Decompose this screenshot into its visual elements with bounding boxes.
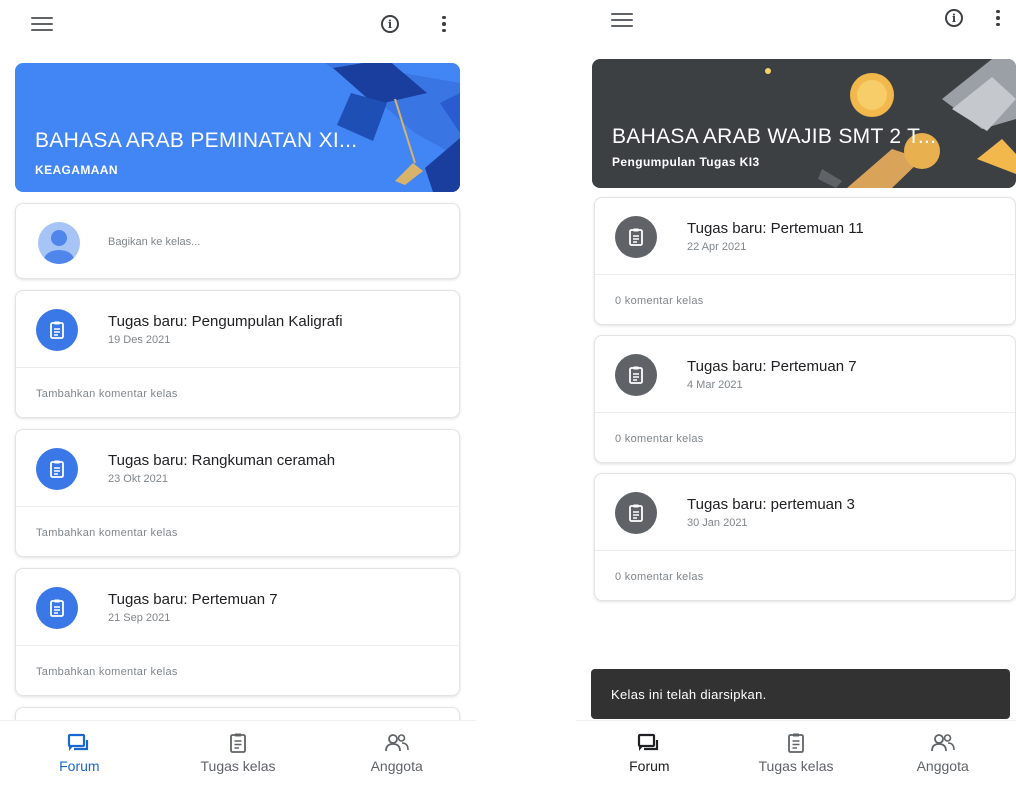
more-vert-icon[interactable] — [426, 6, 462, 42]
assignment-icon — [615, 216, 657, 258]
hamburger-icon[interactable] — [604, 2, 640, 38]
post-title: Tugas baru: Pertemuan 7 — [108, 591, 278, 608]
post-card[interactable]: Tugas baru: pertemuan 3 30 Jan 2021 0 ko… — [594, 473, 1016, 601]
assignment-icon — [36, 448, 78, 490]
post-card[interactable]: Tugas baru: Pertemuan 7 4 Mar 2021 0 kom… — [594, 335, 1016, 463]
post-card[interactable]: Tugas baru: Pertemuan 7 21 Sep 2021 Tamb… — [15, 568, 460, 696]
nav-classwork[interactable]: Tugas kelas — [159, 721, 318, 785]
snackbar-message: Kelas ini telah diarsipkan. — [611, 686, 767, 702]
comment-count[interactable]: 0 komentar kelas — [615, 571, 704, 583]
post-title: Tugas baru: pertemuan 3 — [687, 496, 855, 513]
nav-label: Tugas kelas — [758, 758, 834, 774]
add-comment-link[interactable]: Tambahkan komentar kelas — [36, 666, 178, 678]
post-date: 30 Jan 2021 — [687, 517, 748, 529]
bottom-navigation: Forum Tugas kelas Anggota — [576, 720, 1016, 785]
nav-forum[interactable]: Forum — [576, 721, 723, 785]
assignment-icon — [615, 492, 657, 534]
more-vert-icon[interactable] — [980, 0, 1016, 36]
comment-count[interactable]: 0 komentar kelas — [615, 433, 704, 445]
bottom-navigation: Forum Tugas kelas Anggota — [0, 720, 476, 785]
nav-people[interactable]: Anggota — [869, 721, 1016, 785]
top-app-bar: i — [0, 0, 476, 50]
forum-icon — [638, 733, 659, 751]
assignment-icon — [36, 309, 78, 351]
post-date: 22 Apr 2021 — [687, 241, 747, 253]
assignment-icon — [615, 354, 657, 396]
classwork-icon — [788, 733, 804, 753]
nav-label: Tugas kelas — [200, 758, 276, 774]
nav-people[interactable]: Anggota — [317, 721, 476, 785]
post-title: Tugas baru: Pertemuan 11 — [687, 220, 864, 237]
post-date: 23 Okt 2021 — [108, 473, 168, 485]
nav-label: Forum — [629, 758, 670, 774]
post-card[interactable]: Tugas baru: Pengumpulan Kaligrafi 19 Des… — [15, 290, 460, 418]
post-date: 4 Mar 2021 — [687, 379, 743, 391]
snackbar: Kelas ini telah diarsipkan. — [591, 669, 1010, 719]
share-input[interactable]: Bagikan ke kelas... — [108, 236, 200, 248]
class-title: BAHASA ARAB WAJIB SMT 2 T... — [612, 125, 937, 148]
nav-forum[interactable]: Forum — [0, 721, 159, 785]
class-section: KEAGAMAAN — [35, 163, 118, 177]
post-title: Tugas baru: Pengumpulan Kaligrafi — [108, 313, 343, 330]
person-icon — [44, 230, 74, 264]
assignment-icon — [36, 587, 78, 629]
comment-count[interactable]: 0 komentar kelas — [615, 295, 704, 307]
post-title: Tugas baru: Rangkuman ceramah — [108, 452, 336, 469]
info-icon[interactable]: i — [936, 0, 972, 36]
info-icon[interactable]: i — [372, 6, 408, 42]
people-icon — [930, 734, 955, 752]
nav-label: Anggota — [370, 758, 423, 774]
post-card[interactable]: Tugas baru: Pertemuan 11 22 Apr 2021 0 k… — [594, 197, 1016, 325]
avatar — [38, 222, 80, 264]
post-date: 19 Des 2021 — [108, 334, 171, 346]
top-app-bar: i — [576, 0, 1016, 50]
post-card[interactable]: Tugas baru: Rangkuman ceramah 23 Okt 202… — [15, 429, 460, 557]
left-screen: i BAHASA ARAB PEMINATAN XI... KEAGAMAAN … — [0, 0, 476, 785]
class-section: Pengumpulan Tugas KI3 — [612, 155, 760, 169]
class-banner[interactable]: BAHASA ARAB WAJIB SMT 2 T... Pengumpulan… — [592, 59, 1016, 188]
forum-icon — [68, 733, 89, 751]
add-comment-link[interactable]: Tambahkan komentar kelas — [36, 388, 178, 400]
class-title: BAHASA ARAB PEMINATAN XI... — [35, 129, 358, 152]
add-comment-link[interactable]: Tambahkan komentar kelas — [36, 527, 178, 539]
hamburger-icon[interactable] — [24, 6, 60, 42]
right-screen: i BAHASA ARAB WAJIB SMT 2 T... Pengumpul… — [576, 0, 1016, 785]
people-icon — [384, 734, 409, 752]
class-banner[interactable]: BAHASA ARAB PEMINATAN XI... KEAGAMAAN — [15, 63, 460, 192]
post-title: Tugas baru: Pertemuan 7 — [687, 358, 857, 375]
nav-label: Anggota — [916, 758, 969, 774]
post-date: 21 Sep 2021 — [108, 612, 171, 624]
classwork-icon — [230, 733, 246, 753]
nav-label: Forum — [59, 758, 100, 774]
share-card[interactable]: Bagikan ke kelas... — [15, 203, 460, 279]
nav-classwork[interactable]: Tugas kelas — [723, 721, 870, 785]
